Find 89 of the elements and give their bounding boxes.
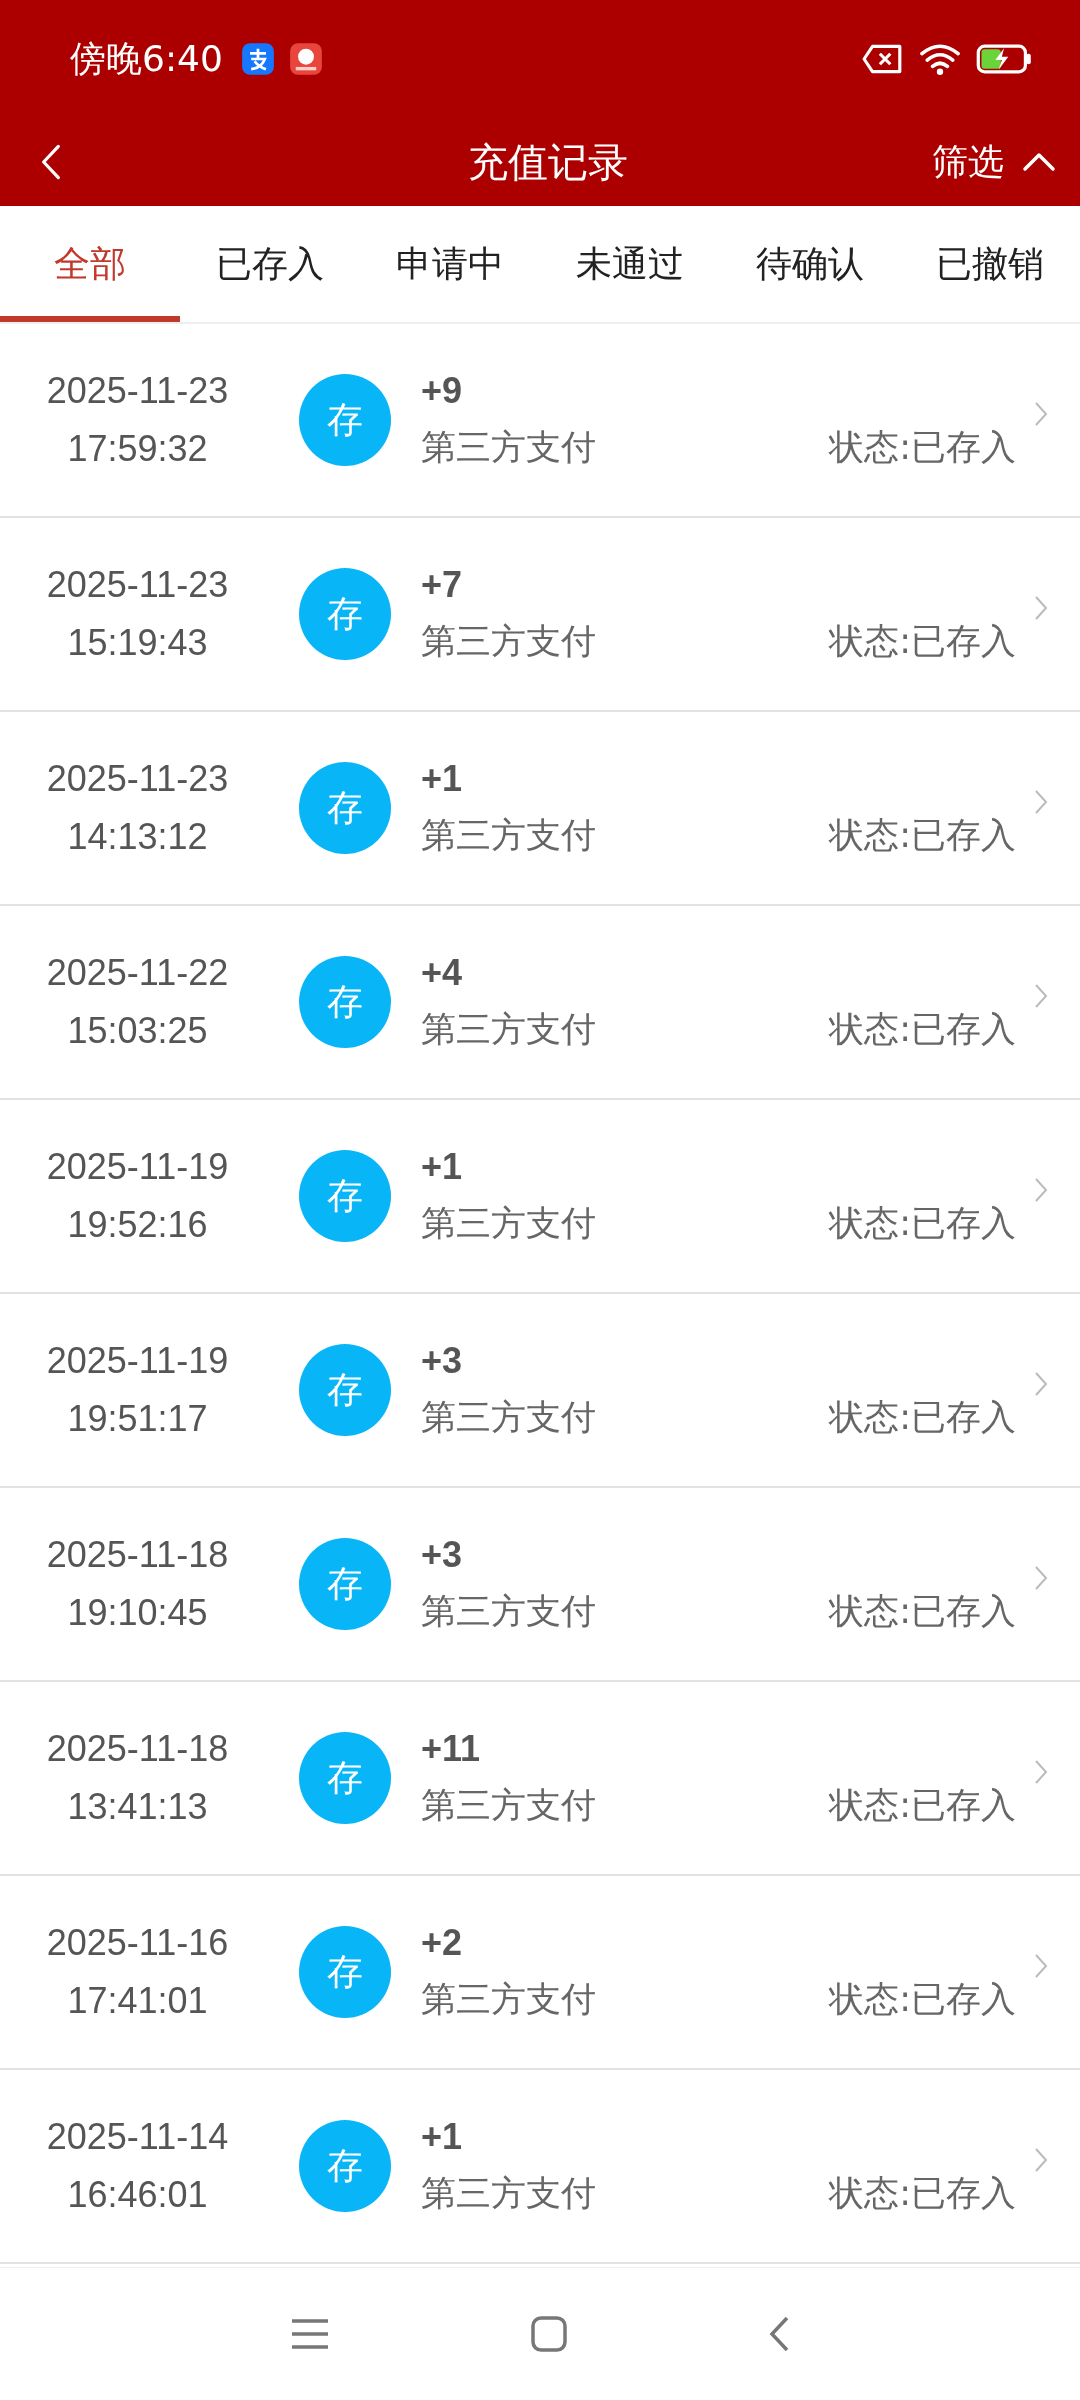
app-notification-icon <box>288 42 323 76</box>
record-amount: +3 <box>421 1339 464 1382</box>
chevron-right-icon[interactable] <box>1034 2147 1048 2173</box>
deposit-badge: 存 <box>299 2120 391 2212</box>
record-amount: +11 <box>421 1727 482 1770</box>
deposit-badge: 存 <box>299 568 391 660</box>
record-date: 2025-11-16 <box>46 1922 229 1964</box>
record-amount: +7 <box>421 563 464 606</box>
chevron-right-icon[interactable] <box>1034 1177 1048 1203</box>
payment-method: 第三方支付 <box>421 1783 596 1827</box>
payment-method: 第三方支付 <box>421 1395 596 1439</box>
record-amount: +1 <box>421 757 464 800</box>
record-status: 状态:已存入 <box>829 425 1016 469</box>
chevron-right-icon[interactable] <box>1034 401 1048 427</box>
record-time: 17:41:01 <box>67 1980 208 2022</box>
record-date: 2025-11-23 <box>46 564 229 606</box>
deposit-badge: 存 <box>299 1150 391 1242</box>
record-time: 15:19:43 <box>67 622 208 664</box>
deposit-badge: 存 <box>299 374 391 466</box>
record-date: 2025-11-23 <box>46 758 229 800</box>
payment-method: 第三方支付 <box>421 813 596 857</box>
chevron-right-icon[interactable] <box>1034 1371 1048 1397</box>
filter-tab[interactable]: 已撤销 <box>900 206 1080 322</box>
record-time: 19:10:45 <box>67 1592 208 1634</box>
record-time: 19:52:16 <box>67 1204 208 1246</box>
deposit-badge: 存 <box>299 1538 391 1630</box>
record-date: 2025-11-14 <box>46 2116 229 2158</box>
record-amount: +1 <box>421 2115 464 2158</box>
filter-button[interactable]: 筛选 <box>932 137 1056 187</box>
record-amount: +4 <box>421 951 464 994</box>
app-notification-icon <box>240 42 275 76</box>
payment-method: 第三方支付 <box>421 1201 596 1245</box>
record-time: 15:03:25 <box>67 1010 208 1052</box>
status-time: 傍晚6:40 <box>70 36 223 81</box>
chevron-right-icon[interactable] <box>1034 1953 1048 1979</box>
record-date: 2025-11-19 <box>46 1146 229 1188</box>
record-status: 状态:已存入 <box>829 1007 1016 1051</box>
chevron-right-icon[interactable] <box>1034 789 1048 815</box>
record-amount: +2 <box>421 1921 464 1964</box>
payment-method: 第三方支付 <box>421 2171 596 2215</box>
record-date: 2025-11-18 <box>46 1728 229 1770</box>
record-status: 状态:已存入 <box>829 813 1016 857</box>
record-date: 2025-11-18 <box>46 1534 229 1576</box>
deposit-badge: 存 <box>299 1926 391 2018</box>
payment-method: 第三方支付 <box>421 425 596 469</box>
record-status: 状态:已存入 <box>829 1201 1016 1245</box>
record-status: 状态:已存入 <box>829 2171 1016 2215</box>
home-icon[interactable] <box>530 2315 568 2353</box>
chevron-right-icon[interactable] <box>1034 1759 1048 1785</box>
filter-tab[interactable]: 全部 <box>0 206 180 322</box>
deposit-badge: 存 <box>299 956 391 1048</box>
record-time: 14:13:12 <box>67 816 208 858</box>
chevron-right-icon[interactable] <box>1034 595 1048 621</box>
filter-tab[interactable]: 未通过 <box>540 206 720 322</box>
back-icon[interactable] <box>768 2315 790 2353</box>
record-amount: +1 <box>421 1145 464 1188</box>
chevron-right-icon[interactable] <box>1034 1565 1048 1591</box>
payment-method: 第三方支付 <box>421 1007 596 1051</box>
caret-icon <box>1022 152 1056 172</box>
record-date: 2025-11-22 <box>46 952 229 994</box>
page-title: 充值记录 <box>468 137 628 187</box>
payment-method: 第三方支付 <box>421 1589 596 1633</box>
wifi-icon <box>918 42 962 76</box>
battery-icon <box>976 44 1032 74</box>
payment-method: 第三方支付 <box>421 619 596 663</box>
back-icon <box>40 142 62 182</box>
record-amount: +9 <box>421 369 464 412</box>
chevron-right-icon[interactable] <box>1034 983 1048 1009</box>
record-status: 状态:已存入 <box>829 619 1016 663</box>
record-time: 13:41:13 <box>67 1786 208 1828</box>
deposit-badge: 存 <box>299 1344 391 1436</box>
filter-tab[interactable]: 申请中 <box>360 206 540 322</box>
record-status: 状态:已存入 <box>829 1783 1016 1827</box>
record-amount: +3 <box>421 1533 464 1576</box>
record-status: 状态:已存入 <box>829 1395 1016 1439</box>
deposit-badge: 存 <box>299 1732 391 1824</box>
deposit-badge: 存 <box>299 762 391 854</box>
back-button[interactable] <box>40 142 62 182</box>
record-date: 2025-11-19 <box>46 1340 229 1382</box>
filter-tab[interactable]: 已存入 <box>180 206 360 322</box>
record-time: 17:59:32 <box>67 428 208 470</box>
payment-method: 第三方支付 <box>421 1977 596 2021</box>
record-time: 16:46:01 <box>67 2174 208 2216</box>
record-time: 19:51:17 <box>67 1398 208 1440</box>
menu-icon[interactable] <box>290 2317 330 2351</box>
record-status: 状态:已存入 <box>829 1977 1016 2021</box>
record-status: 状态:已存入 <box>829 1589 1016 1633</box>
record-date: 2025-11-23 <box>46 370 229 412</box>
filter-tab[interactable]: 待确认 <box>720 206 900 322</box>
